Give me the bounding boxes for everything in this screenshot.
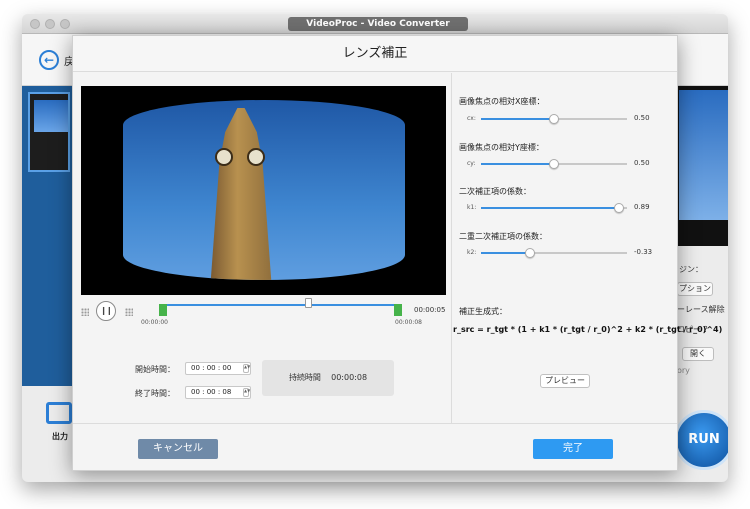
end-tick-label: 00:00:08 [395, 319, 422, 326]
panel-divider [451, 73, 452, 423]
title-bar: VideoProc - Video Converter [22, 14, 728, 34]
param-label-cy: 画像焦点の相対Y座標： [459, 143, 544, 152]
video-thumbnail[interactable] [28, 92, 70, 172]
clock-tower-image [210, 108, 272, 280]
dialog-title: レンズ補正 [73, 36, 677, 72]
directory-label: ory [677, 366, 690, 375]
cy-slider-knob[interactable] [549, 159, 559, 169]
formula-text: r_src = r_tgt * (1 + k1 * (r_tgt / r_0)^… [453, 325, 723, 334]
window-title: VideoProc - Video Converter [288, 17, 468, 31]
duration-box: 持続時間 00:00:08 [262, 360, 394, 396]
formula-label: 補正生成式： [459, 307, 507, 316]
start-time-value: 00 : 00 : 00 [191, 364, 232, 372]
playhead-handle[interactable] [304, 298, 312, 308]
k2-slider[interactable] [481, 248, 627, 258]
end-time-label: 終了時間： [135, 389, 175, 398]
video-preview [81, 86, 446, 295]
run-button[interactable]: RUN [674, 410, 728, 470]
k2-slider-knob[interactable] [524, 248, 535, 258]
zoom-window-button[interactable] [60, 19, 70, 29]
right-label-engine: ジン： [679, 265, 703, 274]
start-time-field[interactable]: 00 : 00 : 00 ▲▼ [185, 362, 251, 375]
start-time-label: 開始時間： [135, 365, 175, 374]
param-label-cx: 画像焦点の相対X座標： [459, 97, 545, 106]
start-tick-label: 00:00:00 [141, 319, 168, 326]
grip-icon [125, 308, 133, 316]
thumbnail-image [34, 100, 68, 132]
minimize-window-button[interactable] [45, 19, 55, 29]
end-time-stepper[interactable]: ▲▼ [243, 388, 250, 397]
grip-icon [81, 308, 89, 316]
output-preview-panel [677, 86, 728, 246]
lens-correction-dialog: レンズ補正 ❙❙ 00:00:00 00:00:08 00:00:05 開始時間… [72, 35, 722, 471]
output-label: 出力 [52, 432, 68, 441]
cancel-button[interactable]: キャンセル [138, 439, 218, 459]
playback-controls: ❙❙ 00:00:00 00:00:08 00:00:05 [81, 298, 446, 329]
option-button[interactable]: プション [677, 282, 713, 296]
param-value-k1: 0.89 [634, 203, 650, 211]
cx-slider-fill [481, 118, 554, 120]
preview-frame [123, 100, 405, 280]
output-icon[interactable] [46, 402, 72, 424]
deinterlace-label[interactable]: ーレース解除 [677, 304, 725, 315]
param-key-k2: k2: [467, 249, 477, 256]
clock-face-right [247, 148, 265, 166]
cx-slider[interactable] [481, 114, 627, 124]
end-time-field[interactable]: 00 : 00 : 08 ▲▼ [185, 386, 251, 399]
start-time-stepper[interactable]: ▲▼ [243, 364, 250, 373]
param-key-cy: cy: [467, 160, 476, 167]
param-key-cx: cx: [467, 115, 476, 122]
cy-slider[interactable] [481, 159, 627, 169]
open-button[interactable]: 開く [682, 347, 714, 361]
close-window-button[interactable] [30, 19, 40, 29]
trim-slider[interactable] [159, 298, 402, 316]
cx-slider-knob[interactable] [549, 114, 559, 124]
cy-slider-fill [481, 163, 554, 165]
duration-label: 持続時間 [288, 373, 321, 382]
timeline-track [167, 304, 394, 306]
param-value-cx: 0.50 [634, 114, 650, 122]
preview-button[interactable]: プレビュー [540, 374, 590, 388]
done-button[interactable]: 完了 [533, 439, 613, 459]
param-label-k2: 二重二次補正項の係数： [459, 232, 547, 241]
dialog-footer-divider [73, 423, 677, 424]
k2-slider-fill [481, 252, 530, 254]
param-label-k1: 二次補正項の係数： [459, 187, 531, 196]
duration-value: 00:00:08 [331, 373, 368, 382]
k1-slider[interactable] [481, 203, 627, 213]
total-time-label: 00:00:05 [414, 306, 446, 314]
param-value-k2: -0.33 [634, 248, 653, 256]
k1-slider-knob[interactable] [613, 203, 624, 213]
param-key-k1: k1: [467, 204, 477, 211]
param-value-cy: 0.50 [634, 159, 650, 167]
pause-icon[interactable]: ❙❙ [96, 301, 116, 321]
back-arrow-icon[interactable]: ← [39, 50, 59, 70]
output-preview-image [679, 90, 728, 220]
end-time-value: 00 : 00 : 08 [191, 388, 232, 396]
video-list-panel [22, 86, 72, 386]
k1-slider-fill [481, 207, 619, 209]
clock-face-left [215, 148, 233, 166]
